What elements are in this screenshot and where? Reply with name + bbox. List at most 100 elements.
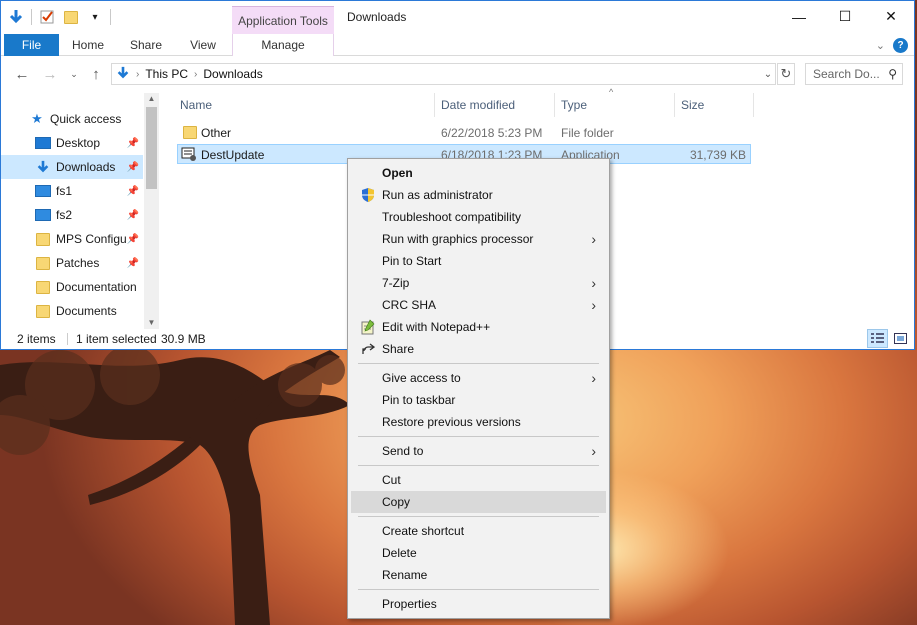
menu-item-copy[interactable]: Copy xyxy=(351,491,606,513)
menu-separator xyxy=(358,589,599,590)
menu-item-troubleshoot-compatibility[interactable]: Troubleshoot compatibility xyxy=(351,206,606,228)
menu-item-run-as-administrator[interactable]: Run as administrator xyxy=(351,184,606,206)
menu-item-label: Create shortcut xyxy=(382,524,465,538)
search-icon: ⚲ xyxy=(888,67,897,81)
scroll-up-icon[interactable]: ▲ xyxy=(144,93,159,105)
help-icon[interactable]: ? xyxy=(893,38,908,53)
menu-item-properties[interactable]: Properties xyxy=(351,593,606,615)
nav-item-label: Downloads xyxy=(56,160,116,174)
menu-item-label: Rename xyxy=(382,568,428,582)
uac-shield-icon xyxy=(360,187,376,203)
file-date: 6/22/2018 5:23 PM xyxy=(441,126,543,140)
search-input[interactable]: Search Do... ⚲ xyxy=(805,63,903,85)
nav-item-label: Documents xyxy=(56,304,117,318)
new-folder-icon[interactable] xyxy=(62,8,80,26)
menu-item-label: Share xyxy=(382,342,415,356)
application-icon xyxy=(181,146,197,166)
menu-item-label: Troubleshoot compatibility xyxy=(382,210,521,224)
maximize-button[interactable]: ☐ xyxy=(822,1,868,32)
menu-item-give-access-to[interactable]: Give access to › xyxy=(351,367,606,389)
menu-item-crc-sha[interactable]: CRC SHA › xyxy=(351,294,606,316)
column-divider[interactable] xyxy=(554,93,555,117)
tab-file[interactable]: File xyxy=(4,34,59,56)
minimize-button[interactable]: — xyxy=(776,1,822,32)
expand-ribbon-icon[interactable]: ⌄ xyxy=(876,39,885,52)
nav-item-documents[interactable]: Documents xyxy=(1,299,143,323)
customize-qat-icon[interactable]: ▾ xyxy=(86,8,104,26)
folder-icon xyxy=(35,303,51,319)
download-arrow-icon[interactable] xyxy=(7,8,25,26)
tab-view[interactable]: View xyxy=(181,34,225,56)
menu-item-share[interactable]: Share xyxy=(351,338,606,360)
nav-scrollbar[interactable]: ▲ ▼ xyxy=(144,93,159,329)
breadcrumb-separator-icon: › xyxy=(136,68,140,80)
menu-item-rename[interactable]: Rename xyxy=(351,564,606,586)
column-header-size[interactable]: Size xyxy=(681,93,704,117)
tab-manage[interactable]: Manage xyxy=(232,34,334,56)
column-divider[interactable] xyxy=(753,93,754,117)
breadcrumb-downloads[interactable]: Downloads xyxy=(203,67,262,81)
download-location-icon xyxy=(116,66,130,83)
menu-item-create-shortcut[interactable]: Create shortcut xyxy=(351,520,606,542)
properties-check-icon[interactable] xyxy=(38,8,56,26)
column-divider[interactable] xyxy=(434,93,435,117)
submenu-arrow-icon: › xyxy=(591,275,596,291)
menu-item-restore-previous-versions[interactable]: Restore previous versions xyxy=(351,411,606,433)
column-header-type[interactable]: Type xyxy=(561,93,587,117)
file-row[interactable]: Other 6/22/2018 5:23 PM File folder xyxy=(177,123,751,143)
tab-share[interactable]: Share xyxy=(123,34,169,56)
menu-item-edit-with-notepad-plus-plus[interactable]: Edit with Notepad++ xyxy=(351,316,606,338)
menu-item-7-zip[interactable]: 7-Zip › xyxy=(351,272,606,294)
menu-item-send-to[interactable]: Send to › xyxy=(351,440,606,462)
menu-item-delete[interactable]: Delete xyxy=(351,542,606,564)
nav-item-mps-config[interactable]: MPS Configu 📌 xyxy=(1,227,143,251)
window-title: Downloads xyxy=(347,10,407,24)
address-bar[interactable]: › This PC › Downloads xyxy=(111,63,776,85)
column-header-date-modified[interactable]: Date modified xyxy=(441,93,515,117)
ribbon-tabs: File Home Share View Manage xyxy=(1,34,914,56)
menu-item-run-with-graphics-processor[interactable]: Run with graphics processor › xyxy=(351,228,606,250)
menu-separator xyxy=(358,465,599,466)
nav-item-desktop[interactable]: Desktop 📌 xyxy=(1,131,143,155)
file-name: DestUpdate xyxy=(201,148,265,162)
nav-item-label: Documentation xyxy=(56,280,137,294)
nav-item-label: Desktop xyxy=(56,136,101,150)
scroll-down-icon[interactable]: ▼ xyxy=(144,317,159,329)
nav-item-label: fs1 xyxy=(56,184,73,198)
nav-item-fs2[interactable]: fs2 📌 xyxy=(1,203,143,227)
share-icon xyxy=(360,341,376,357)
menu-item-pin-to-taskbar[interactable]: Pin to taskbar xyxy=(351,389,606,411)
tab-home[interactable]: Home xyxy=(65,34,111,56)
nav-item-label: fs2 xyxy=(56,208,73,222)
menu-item-label: Pin to Start xyxy=(382,254,442,268)
nav-item-patches[interactable]: Patches 📌 xyxy=(1,251,143,275)
menu-item-cut[interactable]: Cut xyxy=(351,469,606,491)
qat-divider xyxy=(31,9,32,25)
refresh-icon[interactable]: ↻ xyxy=(777,63,795,85)
folder-icon xyxy=(35,231,51,247)
menu-item-pin-to-start[interactable]: Pin to Start xyxy=(351,250,606,272)
details-view-icon[interactable] xyxy=(867,329,888,348)
status-size: 30.9 MB xyxy=(161,332,206,346)
menu-separator xyxy=(358,516,599,517)
back-arrow-icon[interactable]: ← xyxy=(11,65,33,83)
menu-item-open[interactable]: Open xyxy=(351,162,606,184)
menu-item-label: CRC SHA xyxy=(382,298,437,312)
scrollbar-thumb[interactable] xyxy=(146,107,157,189)
breadcrumb-separator-icon: › xyxy=(194,68,198,80)
nav-item-fs1[interactable]: fs1 📌 xyxy=(1,179,143,203)
close-button[interactable]: ✕ xyxy=(868,1,914,32)
nav-item-documentation[interactable]: Documentation xyxy=(1,275,143,299)
up-arrow-icon[interactable]: ↑ xyxy=(85,65,107,83)
desktop-icon xyxy=(35,135,51,151)
nav-item-label: Quick access xyxy=(50,112,122,126)
menu-item-label: Delete xyxy=(382,546,417,560)
address-dropdown-icon[interactable]: ⌄ xyxy=(761,63,775,85)
breadcrumb-this-pc[interactable]: This PC xyxy=(145,67,188,81)
forward-arrow-icon[interactable]: → xyxy=(39,65,61,83)
column-divider[interactable] xyxy=(674,93,675,117)
column-header-name[interactable]: Name xyxy=(180,93,212,117)
nav-item-downloads[interactable]: Downloads 📌 xyxy=(1,155,143,179)
large-icons-view-icon[interactable] xyxy=(890,329,911,348)
recent-locations-icon[interactable]: ⌄ xyxy=(63,65,85,83)
